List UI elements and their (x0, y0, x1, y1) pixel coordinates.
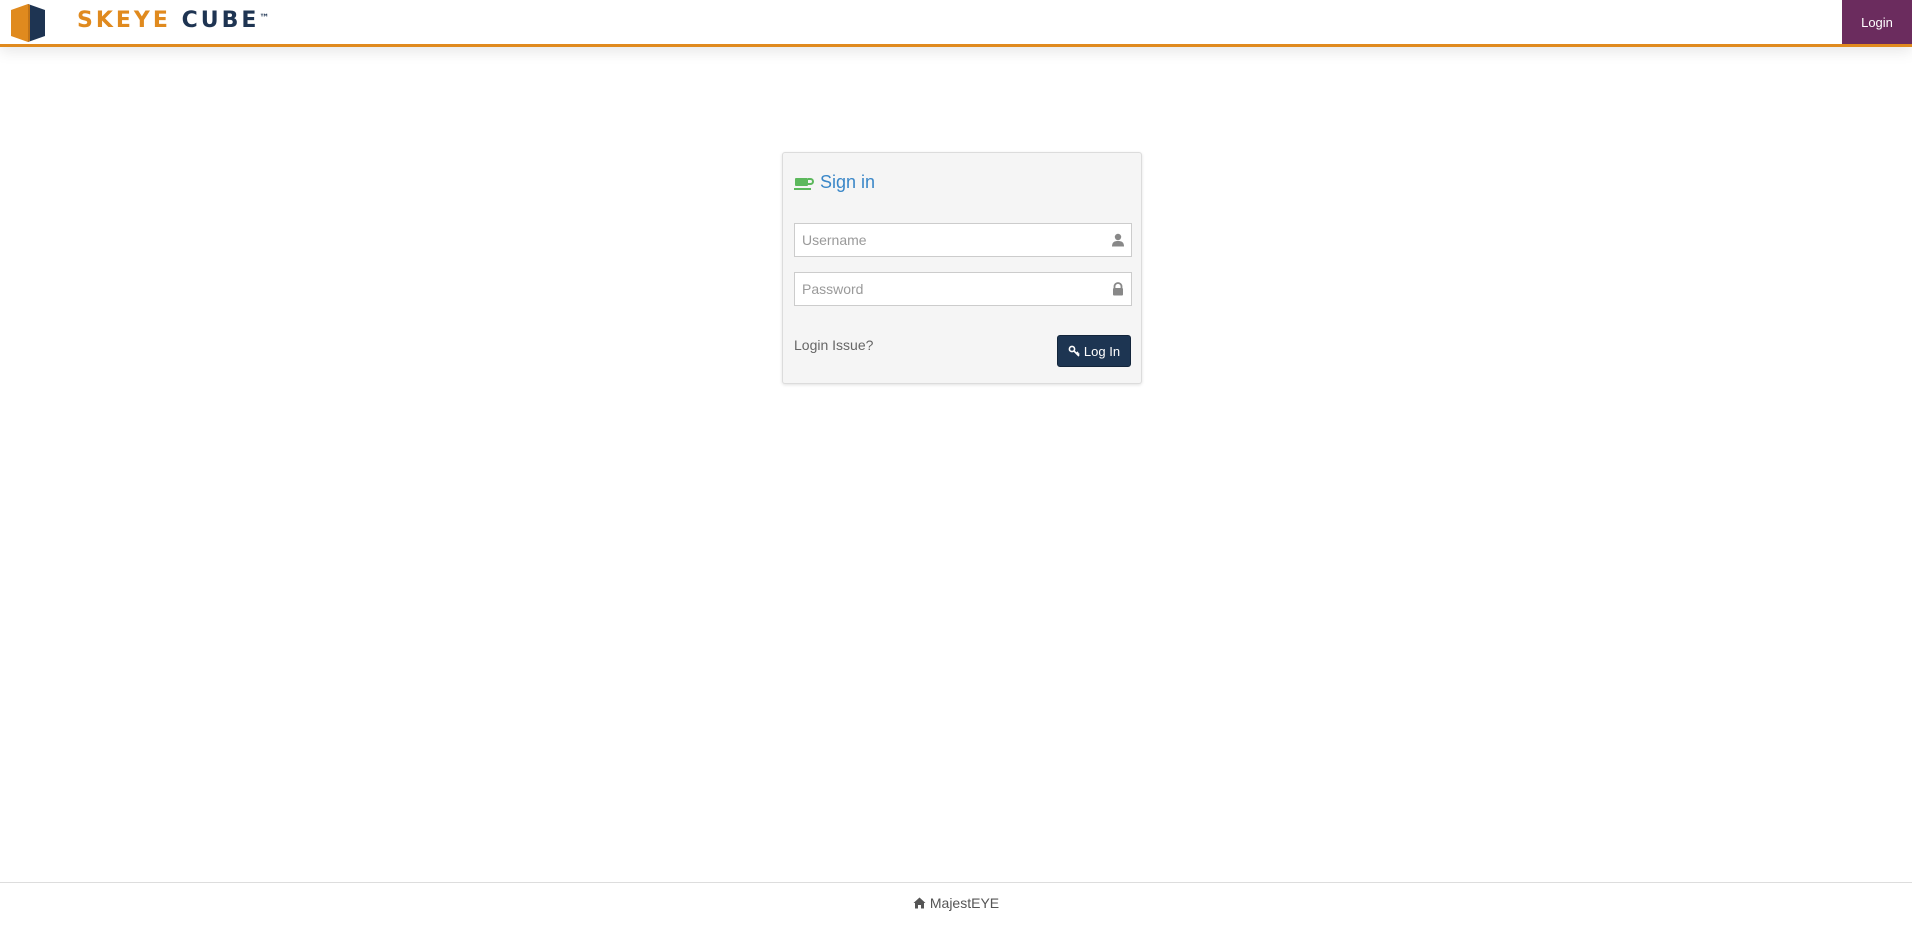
brand-part-1: SKEYE (77, 8, 171, 33)
lock-icon (1113, 282, 1123, 296)
username-field[interactable] (794, 223, 1132, 257)
signin-title: Sign in (794, 172, 875, 193)
password-field[interactable] (794, 272, 1132, 306)
password-input[interactable] (795, 273, 1095, 305)
signin-panel: Sign in Login Issue? Log In (782, 152, 1142, 384)
footer: MajestEYE (0, 882, 1912, 928)
cube-logo-icon[interactable] (9, 2, 47, 42)
log-in-button[interactable]: Log In (1057, 335, 1131, 367)
footer-link-label: MajestEYE (929, 895, 1000, 911)
brand-trademark: ™ (259, 13, 270, 24)
top-navbar: SKEYE CUBE™ Login (0, 0, 1912, 47)
brand-logo[interactable]: SKEYE CUBE™ (77, 8, 269, 34)
footer-home-link[interactable]: MajestEYE (0, 895, 1912, 911)
home-icon (913, 897, 926, 909)
login-nav-button[interactable]: Login (1842, 0, 1912, 44)
coffee-cup-icon (794, 175, 814, 191)
signin-title-text: Sign in (820, 172, 876, 192)
log-in-button-label: Log In (1083, 343, 1121, 359)
brand-part-2: CUBE (181, 8, 260, 33)
login-issue-link[interactable]: Login Issue? (794, 337, 873, 353)
key-icon (1068, 345, 1080, 357)
user-icon (1112, 233, 1124, 247)
username-input[interactable] (795, 224, 1095, 256)
